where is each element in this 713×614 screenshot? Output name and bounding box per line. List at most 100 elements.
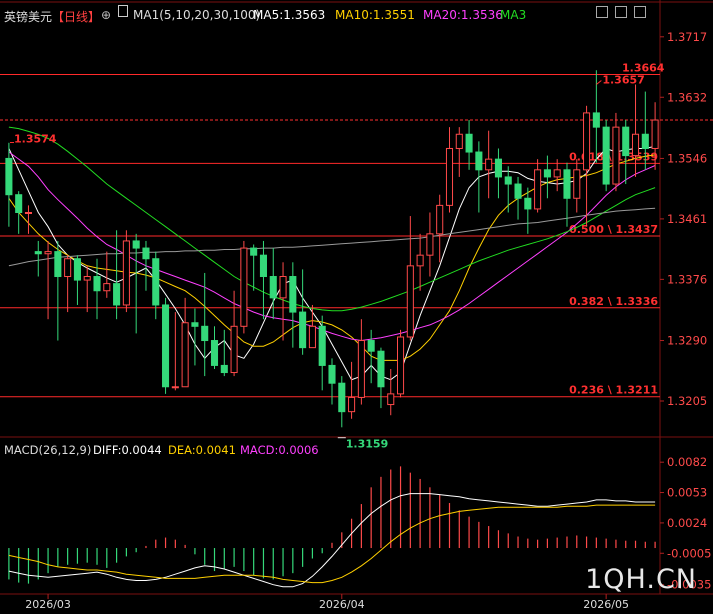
candle xyxy=(122,230,130,313)
candle-body xyxy=(377,350,385,388)
price-tick-label: 1.3376 xyxy=(667,272,707,286)
chart-type-icon[interactable] xyxy=(118,5,128,17)
peak-annotation: 1.3657 xyxy=(602,73,644,86)
symbol-title[interactable]: 英镑美元 xyxy=(4,8,52,25)
candle-body xyxy=(592,112,600,128)
candle-body xyxy=(465,133,473,153)
ma-line-ma10 xyxy=(8,154,656,361)
candle-body xyxy=(553,169,561,178)
candle-body xyxy=(612,126,620,185)
ma-line-ma100 xyxy=(8,207,656,267)
candle-body xyxy=(269,276,277,299)
candle-body xyxy=(122,240,130,306)
price-tick-label: 1.3290 xyxy=(667,334,707,348)
price-tick-label: 1.3632 xyxy=(667,90,707,104)
candle-body xyxy=(240,247,248,327)
candle-body xyxy=(563,169,571,199)
fib-level-label: 0.382 \ 1.3336 xyxy=(569,295,658,308)
candle-body xyxy=(367,340,375,352)
candle xyxy=(15,191,23,234)
candle-body xyxy=(24,211,33,214)
candle xyxy=(524,187,532,234)
candle xyxy=(279,262,287,341)
candle-body xyxy=(162,304,170,388)
candle xyxy=(622,120,630,185)
candle xyxy=(308,304,316,349)
candle-body xyxy=(34,251,42,255)
candle-body xyxy=(132,240,140,249)
candle xyxy=(465,120,473,170)
candle-body xyxy=(191,322,199,327)
candle-body xyxy=(328,364,336,384)
candle xyxy=(328,358,336,405)
candle xyxy=(220,329,228,377)
price-tick-label: 1.3717 xyxy=(667,30,707,44)
candle-body xyxy=(299,311,307,349)
candle xyxy=(230,290,238,377)
window-restore-icon[interactable] xyxy=(596,6,608,18)
candle-body xyxy=(534,169,542,210)
candle xyxy=(24,205,33,234)
candle-body xyxy=(181,322,189,388)
candle xyxy=(406,216,414,341)
candle xyxy=(612,112,620,192)
price-axis: 1.3717 1.3632 1.3546 1.3461 1.3376 1.3290 1.32… xyxy=(660,30,707,408)
price-tick-label: 1.3461 xyxy=(667,212,707,226)
candle xyxy=(269,248,277,320)
candle-body xyxy=(230,325,238,374)
window-close-icon[interactable] xyxy=(634,6,646,18)
candle xyxy=(142,240,150,291)
candle xyxy=(191,308,199,366)
macd-dea-value: DEA:0.0041 xyxy=(168,443,236,457)
candle xyxy=(54,240,62,341)
macd-tick-label: 0.0024 xyxy=(667,516,707,530)
candle-body xyxy=(426,233,434,256)
candle xyxy=(299,269,307,355)
low-annotation: 1.3159 xyxy=(346,438,388,451)
window-split-icon[interactable] xyxy=(615,6,627,18)
price-tick-label: 1.3205 xyxy=(667,394,707,408)
candle xyxy=(475,141,483,213)
ma-line-ma5 xyxy=(8,145,656,381)
candle-body xyxy=(631,133,640,157)
candle xyxy=(5,142,13,227)
candle xyxy=(494,148,502,199)
candle-body xyxy=(5,157,13,196)
macd-indicator-name[interactable]: MACD(26,12,9) xyxy=(4,443,91,457)
period-label[interactable]: 【日线】 xyxy=(52,8,100,25)
candle xyxy=(553,159,561,192)
candle-body xyxy=(201,325,209,342)
candle xyxy=(250,244,258,291)
macd-tick-label: 0.0053 xyxy=(667,486,707,500)
candle xyxy=(602,120,610,192)
ma-indicator-name[interactable]: MA1(5,10,20,30,100) xyxy=(133,8,260,22)
candle-body xyxy=(397,336,405,395)
high-annotation: 1.3574 xyxy=(14,133,57,146)
candle-body xyxy=(250,247,258,256)
candle xyxy=(83,265,91,313)
candle xyxy=(485,130,493,199)
time-axis: 2026/03 2026/04 2026/05 xyxy=(25,594,629,611)
candle-body xyxy=(348,396,356,413)
fib-level-label: 0.236 \ 1.3211 xyxy=(569,384,658,397)
candle xyxy=(543,155,551,199)
candle xyxy=(152,251,160,320)
price-tick-label: 1.3546 xyxy=(667,151,707,165)
price-chart[interactable]: 1.36640.618 \ 1.35390.500 \ 1.34370.382 … xyxy=(0,0,713,614)
settings-icon[interactable]: ⊕ xyxy=(101,8,111,22)
candle xyxy=(34,240,42,277)
candle-body xyxy=(44,251,52,255)
candle-body xyxy=(583,112,591,171)
candle-body xyxy=(103,283,111,292)
macd-tick-label: -0.0005 xyxy=(667,546,711,560)
fib-lines: 1.36640.618 \ 1.35390.500 \ 1.34370.382 … xyxy=(0,62,665,398)
candle-body xyxy=(73,258,81,281)
candle-body xyxy=(54,251,62,278)
candle-body xyxy=(318,325,326,366)
ma3-label: MA3 xyxy=(500,8,527,22)
candle xyxy=(573,159,581,213)
candle-body xyxy=(308,325,316,349)
candle xyxy=(367,329,375,384)
candle xyxy=(426,212,434,277)
candle xyxy=(171,312,179,391)
